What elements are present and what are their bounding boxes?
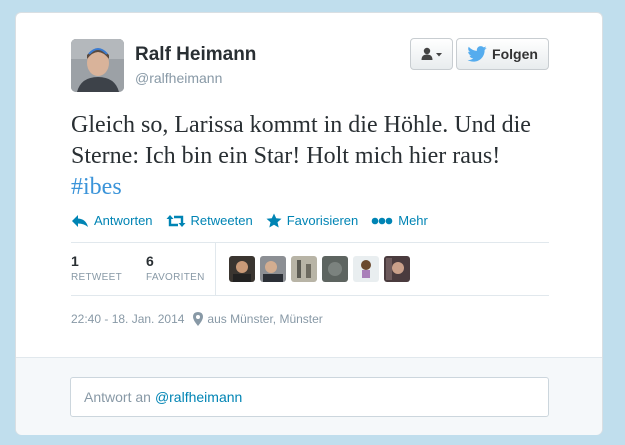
follow-label: Folgen: [492, 46, 538, 62]
hashtag-link[interactable]: #ibes: [71, 174, 122, 200]
user-actions-button[interactable]: [410, 38, 453, 70]
person-dropdown-icon: [421, 47, 442, 60]
favorites-stat-label: FAVORITEN: [146, 272, 205, 283]
favorite-action[interactable]: Favorisieren: [266, 213, 359, 228]
reply-label: Antworten: [94, 213, 153, 228]
twitter-bird-icon: [467, 46, 487, 62]
divider: [71, 295, 549, 296]
retweet-icon: [166, 214, 186, 227]
tweet-text: Gleich so, Larissa kommt in die Höhle. U…: [71, 110, 551, 203]
retweet-stat-label: RETWEET: [71, 272, 122, 283]
user-avatar[interactable]: [384, 256, 410, 282]
tweet-body: Gleich so, Larissa kommt in die Höhle. U…: [71, 112, 531, 169]
tweet-timestamp[interactable]: 22:40 - 18. Jan. 2014: [71, 312, 184, 326]
star-icon: [266, 213, 282, 228]
favorites-count: 6: [146, 253, 154, 269]
location-pin-icon: [193, 312, 204, 326]
retweet-label: Retweeten: [190, 213, 253, 228]
favorites-stat[interactable]: 6 FAVORITEN: [146, 253, 205, 283]
stats-separator: [215, 242, 216, 295]
more-label: Mehr: [398, 213, 428, 228]
reply-area: Antwort an @ralfheimann: [16, 357, 602, 435]
more-dots-icon: [371, 217, 393, 224]
reply-input[interactable]: Antwort an @ralfheimann: [70, 377, 549, 417]
more-action[interactable]: Mehr: [371, 213, 428, 228]
divider: [71, 242, 549, 243]
user-avatar[interactable]: [291, 256, 317, 282]
user-avatar[interactable]: [353, 256, 379, 282]
tweet-location[interactable]: aus Münster, Münster: [207, 312, 322, 326]
favorite-label: Favorisieren: [286, 213, 359, 228]
retweet-action[interactable]: Retweeten: [166, 213, 253, 228]
retweet-stat[interactable]: 1 RETWEET: [71, 253, 122, 283]
user-avatar[interactable]: [260, 256, 286, 282]
user-avatar[interactable]: [229, 256, 255, 282]
reply-icon: [72, 214, 88, 227]
favoriter-avatars: [229, 256, 410, 282]
display-name[interactable]: Ralf Heimann: [135, 44, 256, 66]
reply-action[interactable]: Antworten: [71, 213, 153, 228]
retweet-count: 1: [71, 253, 79, 269]
tweet-meta: 22:40 - 18. Jan. 2014 aus Münster, Münst…: [71, 312, 323, 326]
tweet-actions: Antworten Retweeten Favorisieren Mehr: [71, 213, 441, 228]
avatar[interactable]: [71, 39, 124, 92]
follow-button[interactable]: Folgen: [456, 38, 549, 70]
username-handle[interactable]: @ralfheimann: [135, 70, 222, 86]
reply-placeholder-prefix: Antwort an: [84, 389, 151, 405]
tweet-card: Ralf Heimann @ralfheimann Folgen Gleich …: [15, 12, 603, 435]
user-avatar[interactable]: [322, 256, 348, 282]
reply-mention: @ralfheimann: [154, 389, 243, 405]
